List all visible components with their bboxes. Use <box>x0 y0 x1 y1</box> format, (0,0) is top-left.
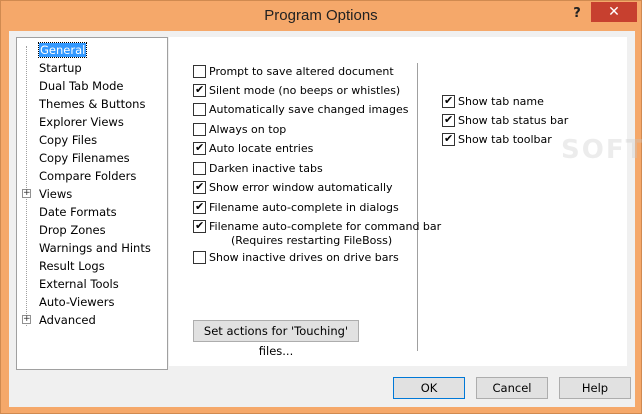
tree-item[interactable]: Startup <box>39 60 82 76</box>
touching-files-button[interactable]: Set actions for 'Touching' files... <box>193 320 359 358</box>
ok-button[interactable]: OK <box>393 377 465 399</box>
tree-item[interactable]: Date Formats <box>39 204 117 220</box>
tree-item-label: Explorer Views <box>39 115 124 129</box>
help-button[interactable]: Help <box>559 377 631 399</box>
checkbox[interactable] <box>193 141 206 155</box>
tree-item-label: Dual Tab Mode <box>39 79 124 93</box>
tree-expand-icon[interactable]: + <box>22 189 31 198</box>
checkbox-label: Silent mode (no beeps or whistles) <box>209 84 401 97</box>
checkbox[interactable] <box>193 251 206 264</box>
tree-item-label: External Tools <box>39 277 119 291</box>
tree-item[interactable]: Copy Filenames <box>39 150 130 166</box>
tree-expand-icon[interactable]: + <box>22 315 31 324</box>
options-tree[interactable]: General Startup Dual Tab Mode Themes & Butt… <box>16 37 168 370</box>
checkbox-label: Automatically save changed images <box>209 103 409 116</box>
tree-item-label: Advanced <box>39 313 96 327</box>
options-panel: SOFTPEDIA Set actions for 'Touching' fil… <box>169 37 642 366</box>
tree-item[interactable]: Themes & Buttons <box>39 96 145 112</box>
tree-item[interactable]: Auto-Viewers <box>39 294 114 310</box>
checkbox-sublabel: (Requires restarting FileBoss) <box>231 234 393 247</box>
tree-item[interactable]: General <box>37 42 88 58</box>
help-title-button[interactable]: ? <box>568 5 586 23</box>
tree-item[interactable]: Result Logs <box>39 258 105 274</box>
checkbox[interactable] <box>442 113 455 127</box>
checkbox-label: Darken inactive tabs <box>209 162 323 175</box>
title-bar: Program Options ? ✕ <box>1 1 641 31</box>
checkbox[interactable] <box>193 200 206 214</box>
panel-divider <box>417 63 418 351</box>
tree-item-label: General <box>37 42 88 58</box>
checkbox-label: Show tab name <box>458 95 544 108</box>
checkbox[interactable] <box>193 123 206 136</box>
tree-lines <box>26 46 38 326</box>
tree-item[interactable]: Dual Tab Mode <box>39 78 124 94</box>
tree-item[interactable]: Views <box>39 186 72 202</box>
tree-item-label: Views <box>39 187 73 201</box>
checkbox[interactable] <box>442 94 455 108</box>
tree-item[interactable]: Compare Folders <box>39 168 136 184</box>
checkbox[interactable] <box>193 162 206 175</box>
tree-item-label: Auto-Viewers <box>39 295 115 309</box>
tree-item-label: Compare Folders <box>39 169 137 183</box>
tree-item[interactable]: Warnings and Hints <box>39 240 151 256</box>
dialog-client: General Startup Dual Tab Mode Themes & Butt… <box>9 31 642 407</box>
checkbox-label: Prompt to save altered document <box>209 65 394 78</box>
checkbox[interactable] <box>193 219 206 233</box>
checkbox-label: Auto locate entries <box>209 142 314 155</box>
tree-item-label: Copy Filenames <box>39 151 130 165</box>
tree-item-label: Warnings and Hints <box>39 241 151 255</box>
tree-item-label: Startup <box>39 61 82 75</box>
tree-item[interactable]: Explorer Views <box>39 114 124 130</box>
checkbox-label: Always on top <box>209 123 287 136</box>
checkbox-label: Show inactive drives on drive bars <box>209 251 399 264</box>
checkbox-label: Filename auto-complete in dialogs <box>209 201 399 214</box>
watermark: SOFTPEDIA <box>561 135 642 165</box>
tree-item-label: Copy Files <box>39 133 98 147</box>
checkbox-label: Show error window automatically <box>209 181 393 194</box>
tree-item[interactable]: Copy Files <box>39 132 97 148</box>
checkbox-label: Show tab toolbar <box>458 133 552 146</box>
checkbox[interactable] <box>193 180 206 194</box>
window-title: Program Options <box>264 7 378 24</box>
checkbox-label: Filename auto-complete for command bar <box>209 220 442 233</box>
checkbox[interactable] <box>193 83 206 97</box>
tree-item[interactable]: Advanced <box>39 312 96 328</box>
cancel-button[interactable]: Cancel <box>476 377 548 399</box>
tree-item-label: Result Logs <box>39 259 105 273</box>
checkbox[interactable] <box>193 103 206 116</box>
tree-item[interactable]: Drop Zones <box>39 222 106 238</box>
checkbox[interactable] <box>442 132 455 146</box>
tree-item-label: Date Formats <box>39 205 117 219</box>
tree-item-label: Themes & Buttons <box>39 97 146 111</box>
tree-item-label: Drop Zones <box>39 223 106 237</box>
program-options-window: Program Options ? ✕ General Startup Dual T… <box>0 0 642 414</box>
checkbox-label: Show tab status bar <box>458 114 569 127</box>
close-button[interactable]: ✕ <box>591 2 637 22</box>
tree-item[interactable]: External Tools <box>39 276 119 292</box>
checkbox[interactable] <box>193 65 206 78</box>
